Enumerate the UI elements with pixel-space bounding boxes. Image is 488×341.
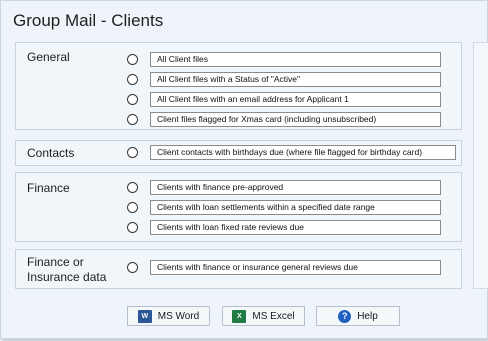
- contacts-section: Contacts Client contacts with birthdays …: [15, 140, 462, 166]
- option-row[interactable]: Clients with finance pre-approved: [16, 180, 461, 196]
- option-row[interactable]: Clients with loan settlements within a s…: [16, 200, 461, 216]
- option-row[interactable]: Client contacts with birthdays due (wher…: [16, 145, 461, 161]
- radio-email-applicant[interactable]: [127, 94, 138, 105]
- radio-fixed-rate-reviews[interactable]: [127, 222, 138, 233]
- radio-xmas-card[interactable]: [127, 114, 138, 125]
- ms-word-button[interactable]: W MS Word: [127, 306, 210, 326]
- radio-finance-preapproved[interactable]: [127, 182, 138, 193]
- window-title: Group Mail - Clients: [13, 11, 164, 30]
- finance-section: Finance Clients with finance pre-approve…: [15, 172, 462, 242]
- group-mail-window: Group Mail - Clients General All Client …: [0, 0, 488, 339]
- option-row[interactable]: Clients with finance or insurance genera…: [16, 260, 461, 276]
- side-panel: [473, 42, 488, 289]
- radio-loan-settlements[interactable]: [127, 202, 138, 213]
- ms-excel-button[interactable]: X MS Excel: [222, 306, 305, 326]
- option-all-client-files: All Client files: [150, 52, 441, 67]
- option-loan-settlements: Clients with loan settlements within a s…: [150, 200, 441, 215]
- option-general-reviews: Clients with finance or insurance genera…: [150, 260, 441, 275]
- option-row[interactable]: Clients with loan fixed rate reviews due: [16, 220, 461, 236]
- option-email-applicant: All Client files with an email address f…: [150, 92, 441, 107]
- radio-birthdays-due[interactable]: [127, 147, 138, 158]
- word-icon: W: [137, 309, 152, 323]
- option-row[interactable]: All Client files: [16, 52, 461, 68]
- option-row[interactable]: Client files flagged for Xmas card (incl…: [16, 112, 461, 128]
- excel-icon: X: [232, 309, 247, 323]
- help-icon: ?: [338, 309, 352, 323]
- finance-insurance-section: Finance or Insurance data Clients with f…: [15, 249, 462, 289]
- radio-all-client-files[interactable]: [127, 54, 138, 65]
- option-finance-preapproved: Clients with finance pre-approved: [150, 180, 441, 195]
- radio-active-status[interactable]: [127, 74, 138, 85]
- ms-excel-label: MS Excel: [252, 310, 295, 322]
- radio-general-reviews[interactable]: [127, 262, 138, 273]
- help-button[interactable]: ? Help: [316, 306, 400, 326]
- option-row[interactable]: All Client files with an email address f…: [16, 92, 461, 108]
- ms-word-label: MS Word: [157, 310, 200, 322]
- option-xmas-card: Client files flagged for Xmas card (incl…: [150, 112, 441, 127]
- help-label: Help: [357, 310, 378, 322]
- option-fixed-rate-reviews: Clients with loan fixed rate reviews due: [150, 220, 441, 235]
- option-birthdays-due: Client contacts with birthdays due (wher…: [150, 145, 456, 160]
- option-row[interactable]: All Client files with a Status of "Activ…: [16, 72, 461, 88]
- general-section: General All Client files All Client file…: [15, 42, 462, 130]
- option-active-status: All Client files with a Status of "Activ…: [150, 72, 441, 87]
